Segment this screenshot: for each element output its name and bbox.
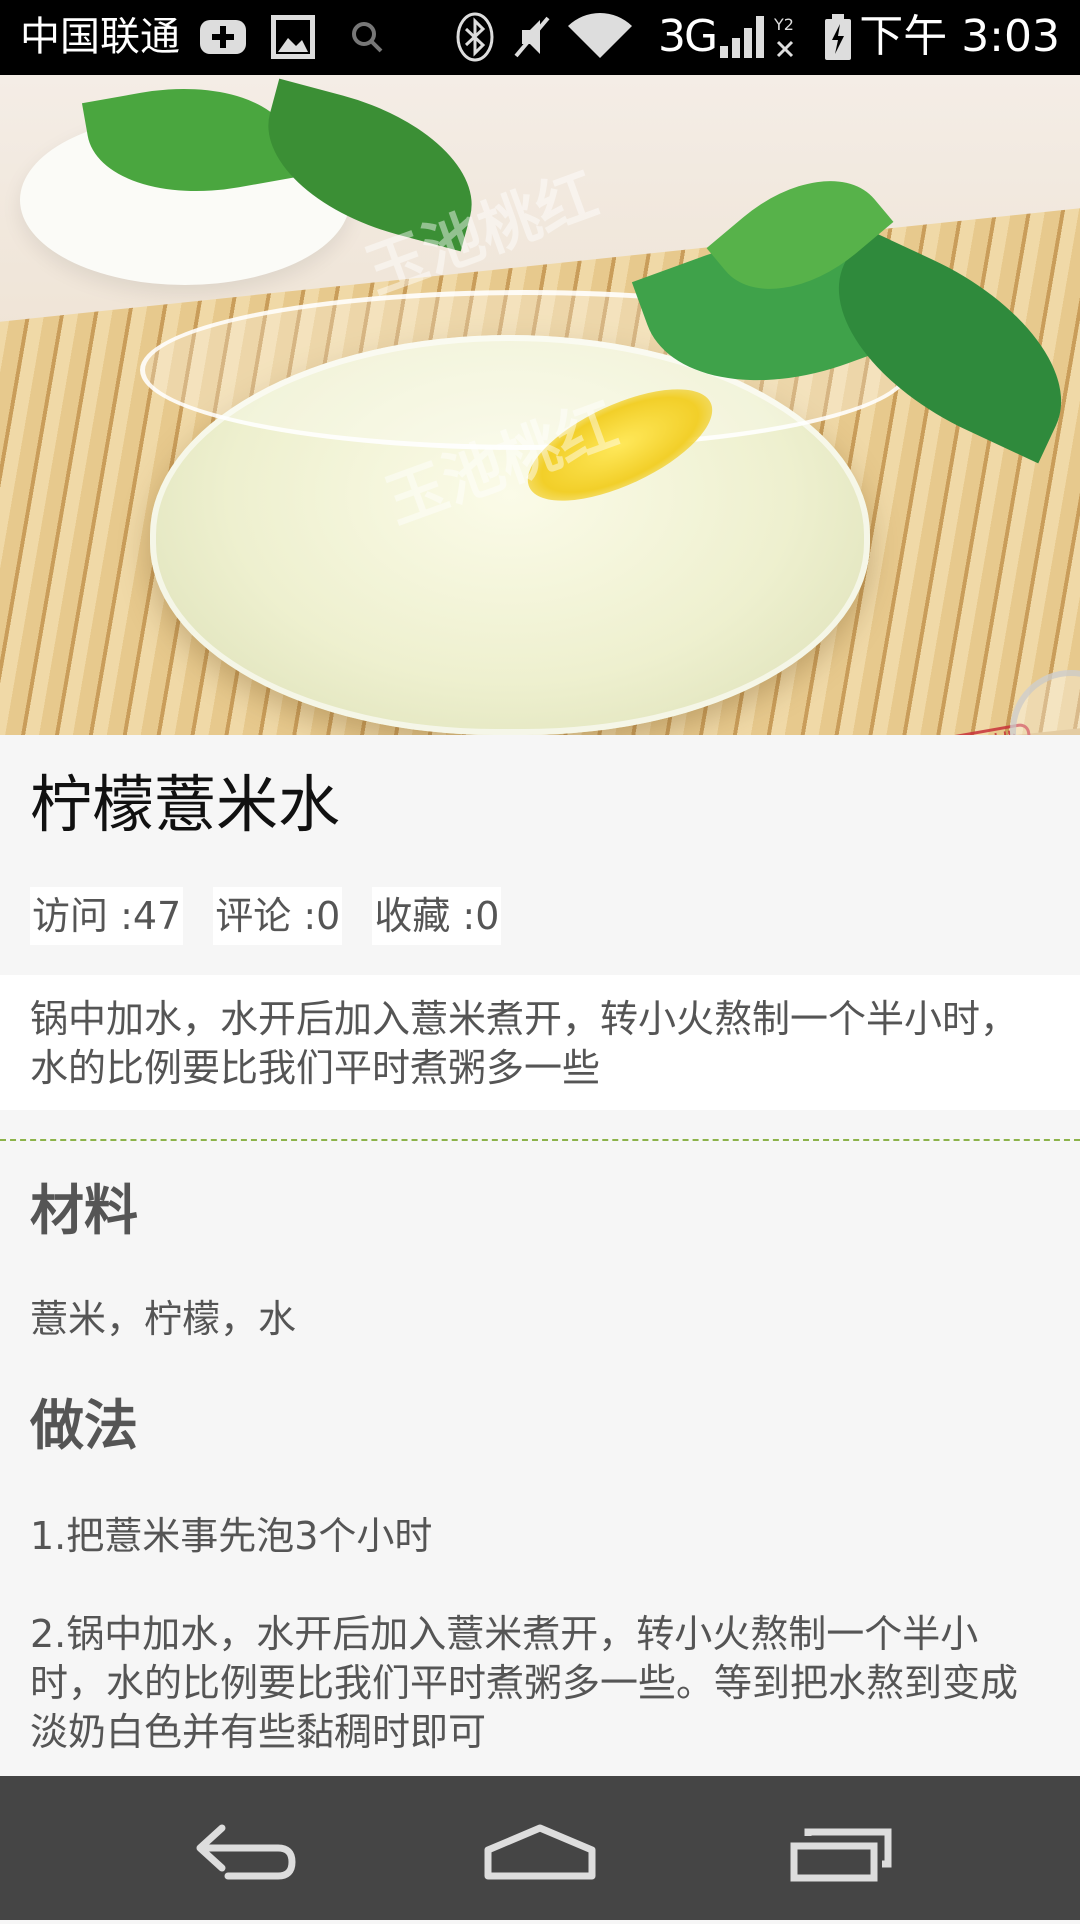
comments-count[interactable]: 评论 :0 xyxy=(213,887,343,945)
views-count: 访问 :47 xyxy=(30,887,184,945)
recipe-header: 柠檬薏米水 访问 :47 评论 :0 收藏 :0 xyxy=(0,735,1080,975)
favorites-count[interactable]: 收藏 :0 xyxy=(372,887,502,945)
summary-text: 锅中加水，水开后加入薏米煮开，转小火熬制一个半小时，水的比例要比我们平时煮粥多一… xyxy=(30,997,1019,1090)
method-heading: 做法 xyxy=(30,1394,138,1457)
carrier-label: 中国联通 xyxy=(20,14,180,60)
sim2-icon: Y2 xyxy=(773,15,794,58)
back-icon xyxy=(196,1824,296,1880)
search-icon xyxy=(352,22,383,53)
method-step: 1.把薏米事先泡3个小时 xyxy=(30,1514,433,1558)
network-type: 3G xyxy=(658,11,718,62)
status-bar: 中国联通 3G Y2 下午 3:03 xyxy=(0,0,1080,75)
battery-icon xyxy=(825,14,851,60)
mute-icon xyxy=(514,16,550,58)
svg-text:Y2: Y2 xyxy=(773,15,794,34)
home-icon xyxy=(484,1824,596,1880)
ingredients-text: 薏米，柠檬，水 xyxy=(30,1297,297,1341)
recipe-stats: 访问 :47 评论 :0 收藏 :0 xyxy=(30,887,502,945)
recents-icon xyxy=(790,1828,892,1882)
recents-button[interactable] xyxy=(740,1776,940,1920)
recipe-summary: 锅中加水，水开后加入薏米煮开，转小火熬制一个半小时，水的比例要比我们平时煮粥多一… xyxy=(0,975,1080,1110)
home-button[interactable] xyxy=(440,1776,640,1920)
wifi-icon xyxy=(568,13,632,58)
recipe-title: 柠檬薏米水 xyxy=(30,768,341,841)
recipe-hero-image: 玉池桃红 玉池桃红 池 玉 紅 桃 xyxy=(0,75,1080,735)
bluetooth-icon xyxy=(456,12,494,62)
clock: 下午 3:03 xyxy=(859,11,1060,62)
method-step: 2.锅中加水，水开后加入薏米煮开，转小火熬制一个半小时，水的比例要比我们平时煮粥… xyxy=(30,1612,1019,1754)
signal-icon xyxy=(720,16,764,58)
navigation-bar xyxy=(0,1776,1080,1920)
ingredients-heading: 材料 xyxy=(30,1179,138,1242)
back-button[interactable] xyxy=(140,1776,340,1920)
add-icon xyxy=(200,20,246,54)
section-divider xyxy=(0,1139,1080,1141)
image-icon xyxy=(271,15,315,59)
